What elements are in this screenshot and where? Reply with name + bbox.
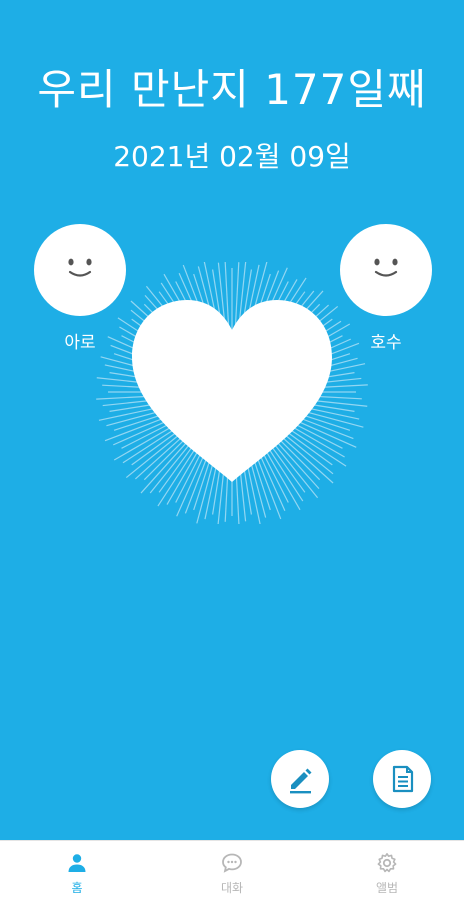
tab-home-label: 홈: [71, 881, 83, 895]
chat-icon: [222, 853, 242, 873]
partner-left-name: 아로: [64, 333, 96, 353]
partner-right-name: 호수: [370, 333, 402, 353]
document-icon: [392, 765, 414, 793]
tab-home[interactable]: 홈: [0, 841, 154, 901]
bottom-navigation: 홈 대화 앨범: [0, 840, 464, 901]
heart-icon: [96, 256, 368, 528]
tab-album-label: 앨범: [375, 881, 399, 895]
notes-button[interactable]: [373, 750, 431, 808]
smiley-face-icon: [374, 258, 398, 277]
pencil-icon: [290, 768, 312, 794]
heart-graphic: [90, 256, 374, 528]
tab-chat[interactable]: 대화: [155, 841, 309, 901]
smiley-face-icon: [68, 258, 92, 277]
tab-album[interactable]: 앨범: [310, 841, 464, 901]
person-icon: [68, 854, 86, 872]
tab-chat-label: 대화: [220, 881, 244, 895]
days-together-title: 우리 만난지 177일째: [37, 65, 427, 114]
start-date: 2021년 02월 09일: [113, 140, 351, 173]
edit-button[interactable]: [271, 750, 329, 808]
partner-right-avatar[interactable]: [340, 224, 432, 316]
gear-icon: [377, 853, 397, 873]
partner-left-avatar[interactable]: [34, 224, 126, 316]
main-screen: 우리 만난지 177일째 2021년 02월 09일 아로 호수: [0, 0, 464, 840]
